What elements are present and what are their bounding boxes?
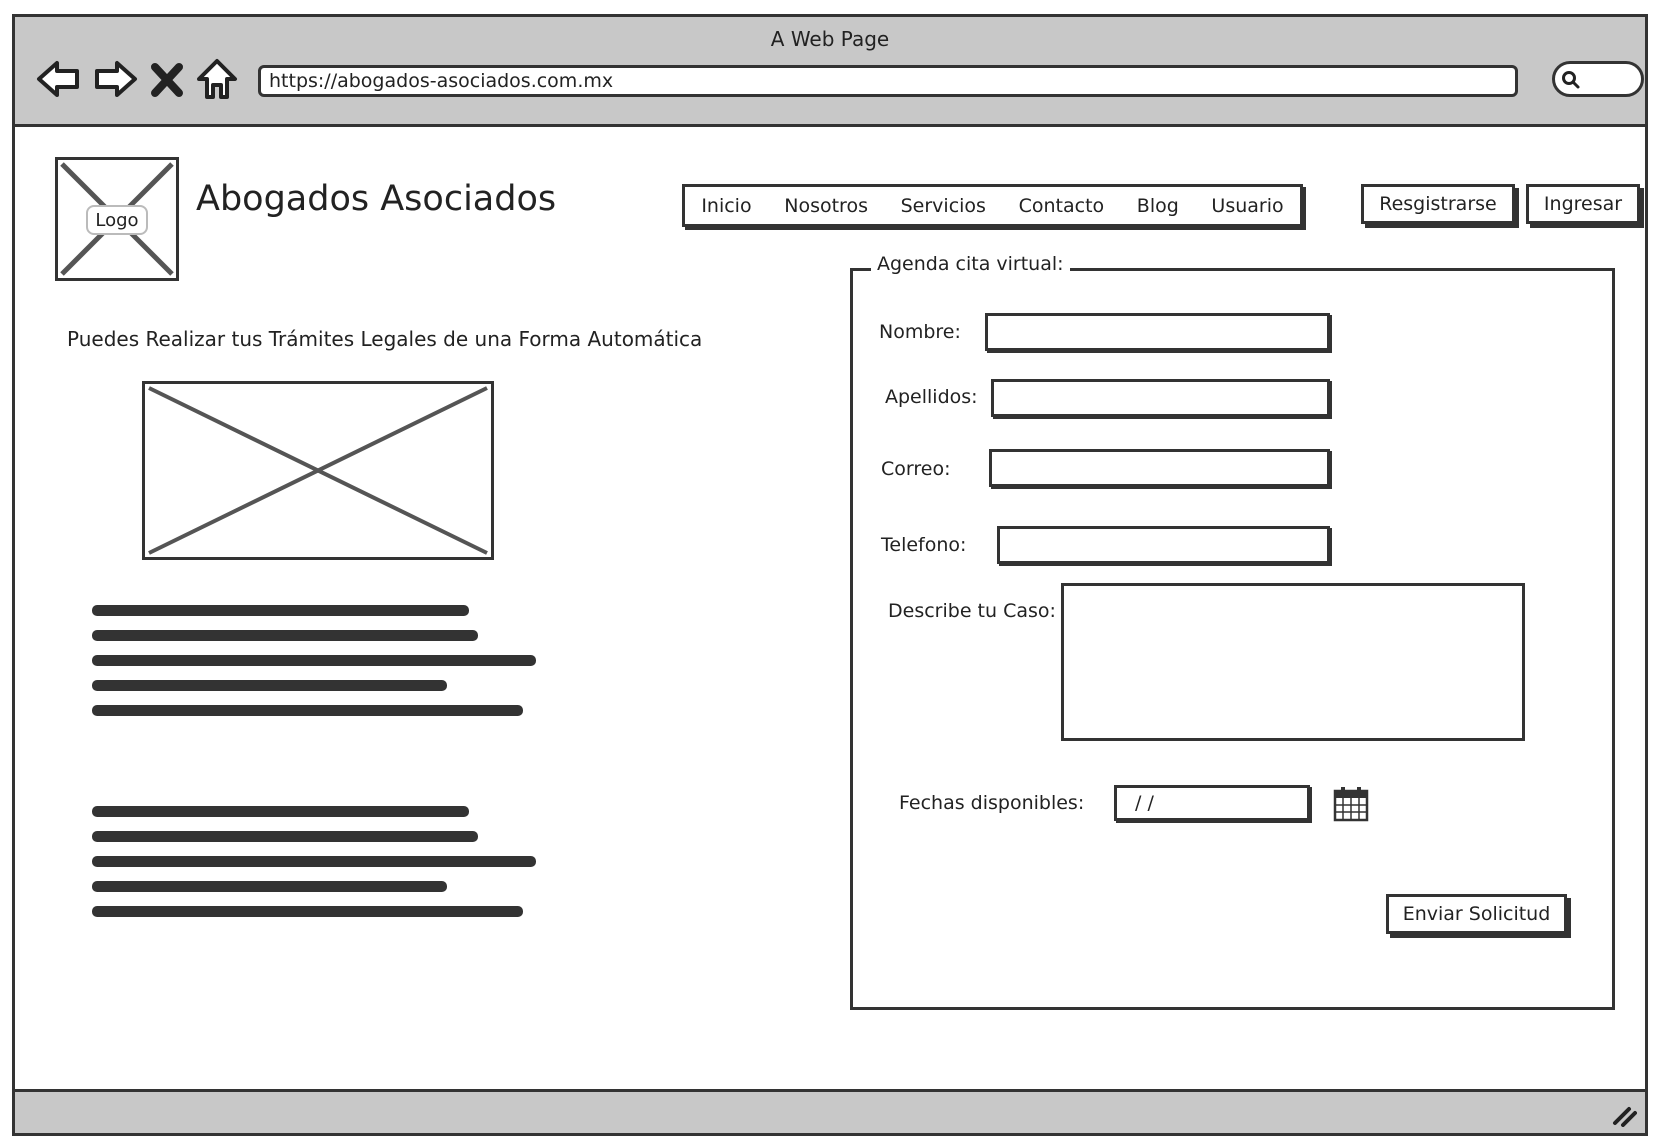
- caso-label: Describe tu Caso:: [888, 600, 1056, 622]
- nav-item-usuario[interactable]: Usuario: [1211, 195, 1283, 217]
- image-cross-icon: [148, 386, 488, 555]
- date-field[interactable]: / /: [1114, 785, 1310, 821]
- nombre-field[interactable]: [985, 313, 1330, 351]
- apellidos-label: Apellidos:: [885, 386, 978, 408]
- fechas-label: Fechas disponibles:: [899, 792, 1085, 814]
- scribble-paragraph-2: [92, 806, 536, 931]
- caso-textarea[interactable]: [1061, 583, 1525, 741]
- calendar-icon[interactable]: [1332, 785, 1370, 823]
- nav-item-inicio[interactable]: Inicio: [701, 195, 751, 217]
- resize-grip-icon[interactable]: [1609, 1101, 1637, 1127]
- nav-item-nosotros[interactable]: Nosotros: [784, 195, 868, 217]
- browser-window: A Web Page https://abogados-asociados.co…: [12, 14, 1648, 1136]
- home-icon[interactable]: [193, 55, 241, 103]
- nombre-label: Nombre:: [879, 321, 961, 343]
- browser-statusbar: [15, 1089, 1645, 1133]
- telefono-label: Telefono:: [881, 534, 967, 556]
- main-nav: Inicio Nosotros Servicios Contacto Blog …: [682, 184, 1303, 227]
- nav-item-contacto[interactable]: Contacto: [1019, 195, 1105, 217]
- back-arrow-icon[interactable]: [35, 55, 83, 103]
- nav-item-servicios[interactable]: Servicios: [901, 195, 986, 217]
- address-bar[interactable]: https://abogados-asociados.com.mx: [258, 65, 1518, 97]
- scribble-paragraph-1: [92, 605, 536, 730]
- logo-label: Logo: [86, 205, 148, 235]
- login-button[interactable]: Ingresar: [1526, 184, 1640, 224]
- browser-search-box[interactable]: [1552, 61, 1644, 97]
- correo-field[interactable]: [989, 449, 1330, 487]
- telefono-field[interactable]: [997, 526, 1330, 564]
- form-legend: Agenda cita virtual:: [871, 253, 1070, 275]
- apellidos-field[interactable]: [991, 379, 1330, 417]
- image-placeholder: [142, 381, 494, 560]
- submit-button[interactable]: Enviar Solicitud: [1386, 894, 1567, 934]
- search-icon: [1562, 71, 1580, 89]
- forward-arrow-icon[interactable]: [91, 55, 139, 103]
- logo-placeholder: Logo: [55, 157, 179, 281]
- window-title: A Web Page: [770, 27, 890, 51]
- browser-toolbar: A Web Page https://abogados-asociados.co…: [15, 17, 1645, 127]
- site-title: Abogados Asociados: [196, 179, 557, 219]
- correo-label: Correo:: [881, 458, 951, 480]
- stop-x-icon[interactable]: [149, 55, 185, 103]
- nav-item-blog[interactable]: Blog: [1137, 195, 1179, 217]
- headline: Puedes Realizar tus Trámites Legales de …: [67, 327, 703, 351]
- register-button[interactable]: Resgistrarse: [1361, 184, 1515, 224]
